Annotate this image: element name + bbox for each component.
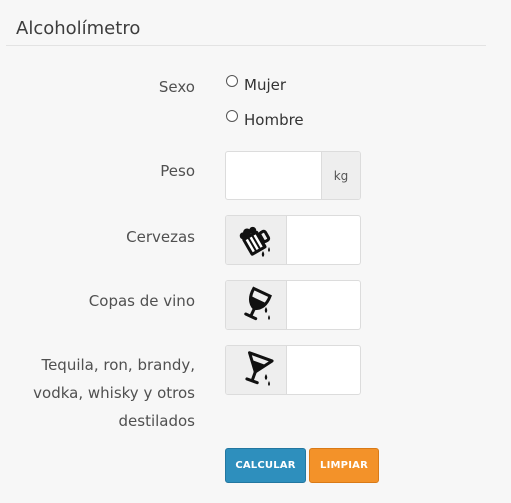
destilados-label-line-3: destilados — [118, 412, 196, 430]
wine-glass-icon — [244, 286, 272, 321]
panel-title: Alcoholímetro — [16, 18, 141, 39]
peso-unit: kg — [333, 168, 349, 183]
beer-mug-icon — [239, 226, 271, 257]
peso-input[interactable] — [226, 152, 322, 199]
destilados-input[interactable] — [287, 346, 360, 394]
radio-mujer[interactable] — [226, 75, 238, 87]
destilados-label-line-2: vodka, whisky y otros — [33, 384, 195, 402]
peso-field-group: kg — [225, 151, 361, 200]
vino-label: Copas de vino — [88, 292, 195, 310]
sexo-label: Sexo — [158, 78, 195, 96]
radio-hombre-label: Hombre — [244, 111, 304, 129]
vino-field-group — [225, 280, 361, 330]
limpiar-button[interactable]: LIMPIAR — [309, 448, 379, 483]
radio-option-mujer[interactable]: Mujer — [226, 75, 287, 94]
destilados-label-line-1: Tequila, ron, brandy, — [41, 356, 195, 374]
cervezas-label: Cervezas — [126, 228, 195, 246]
radio-option-hombre[interactable]: Hombre — [226, 110, 304, 129]
title-divider — [6, 45, 486, 46]
cervezas-icon-addon — [226, 216, 287, 264]
calcular-button[interactable]: CALCULAR — [225, 448, 306, 483]
vino-icon-addon — [226, 281, 287, 329]
vino-input[interactable] — [287, 281, 360, 329]
destilados-field-group — [225, 345, 361, 395]
peso-unit-addon: kg — [321, 152, 360, 199]
radio-hombre[interactable] — [226, 110, 238, 122]
cervezas-field-group — [225, 215, 361, 265]
cocktail-glass-icon — [245, 351, 274, 386]
cervezas-input[interactable] — [287, 216, 360, 264]
radio-mujer-label: Mujer — [244, 76, 287, 94]
peso-label: Peso — [160, 162, 195, 180]
destilados-icon-addon — [226, 346, 287, 394]
destilados-label: Tequila, ron, brandy, vodka, whisky y ot… — [33, 351, 195, 435]
